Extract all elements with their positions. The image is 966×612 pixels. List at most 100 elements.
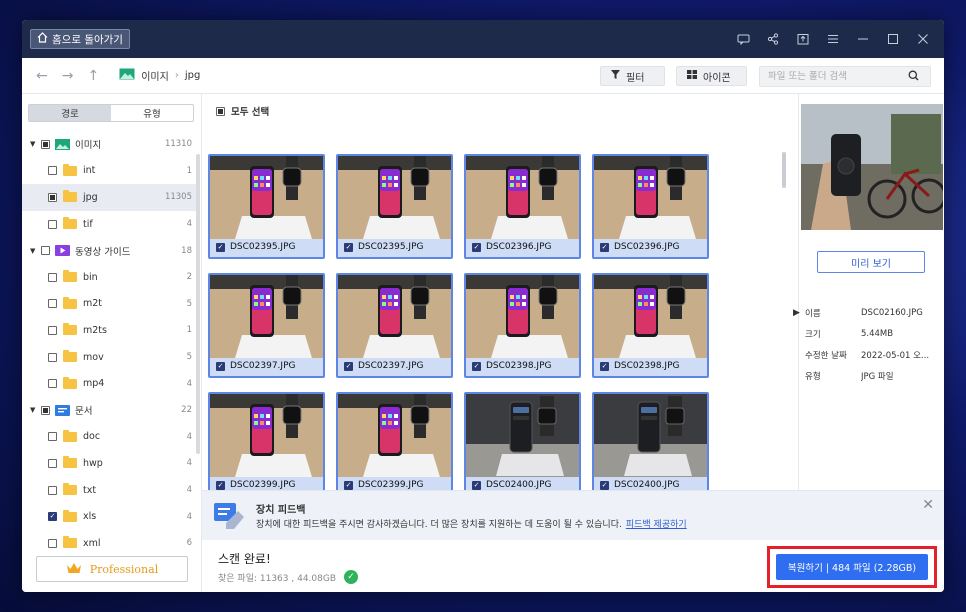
file-checkbox[interactable] <box>216 361 225 371</box>
tree-checkbox[interactable] <box>41 139 50 149</box>
file-caption: DSC02398.JPG <box>600 361 679 371</box>
upload-icon[interactable] <box>796 32 810 46</box>
tab-type[interactable]: 유형 <box>111 105 193 121</box>
tree-item-int[interactable]: int 1 <box>22 158 198 185</box>
tree-item-xml[interactable]: xml 6 <box>22 530 198 557</box>
share-icon[interactable] <box>766 32 780 46</box>
preview-button[interactable]: 미리 보기 <box>817 251 925 273</box>
select-all-checkbox[interactable] <box>216 106 225 116</box>
file-name: DSC02395.JPG <box>358 242 424 252</box>
feedback-close-icon[interactable]: ✕ <box>922 497 934 513</box>
menu-icon[interactable] <box>826 32 840 46</box>
sidebar-scrollbar[interactable] <box>196 154 200 454</box>
tree-checkbox[interactable] <box>48 299 57 309</box>
file-card[interactable]: DSC02399.JPG <box>208 392 325 497</box>
home-button[interactable]: 홈으로 돌아가기 <box>30 29 130 49</box>
tree-item-m2ts[interactable]: m2ts 1 <box>22 317 198 344</box>
professional-button[interactable]: Professional <box>36 556 188 582</box>
file-caption: DSC02396.JPG <box>472 242 551 252</box>
file-card[interactable]: DSC02396.JPG <box>592 154 709 259</box>
tree-checkbox[interactable] <box>48 432 57 442</box>
tree-checkbox[interactable] <box>48 192 57 202</box>
tree-checkbox[interactable] <box>41 246 50 256</box>
file-card[interactable]: DSC02395.JPG <box>336 154 453 259</box>
grid-scrollbar[interactable] <box>782 152 786 188</box>
tree-item-xls[interactable]: xls 4 <box>22 503 198 530</box>
tree-item-이미지[interactable]: ▼ 이미지 11310 <box>22 131 198 158</box>
tree-item-mov[interactable]: mov 5 <box>22 344 198 371</box>
filter-button[interactable]: 필터 <box>600 66 665 86</box>
tree-checkbox[interactable] <box>48 272 57 282</box>
tree-checkbox[interactable] <box>41 405 50 415</box>
tree-checkbox[interactable] <box>48 538 57 548</box>
feedback-link[interactable]: 피드백 제공하기 <box>626 520 687 530</box>
tree-item-hwp[interactable]: hwp 4 <box>22 450 198 477</box>
tree-item-label: int <box>83 165 96 177</box>
collapse-arrow-icon[interactable]: ▶ <box>793 308 800 318</box>
tree-item-동영상 가이드[interactable]: ▼ 동영상 가이드 18 <box>22 237 198 264</box>
tree-item-txt[interactable]: txt 4 <box>22 477 198 504</box>
close-icon[interactable] <box>916 32 930 46</box>
file-card[interactable]: DSC02396.JPG <box>464 154 581 259</box>
select-all[interactable]: 모두 선택 <box>216 104 269 118</box>
search-icon[interactable] <box>908 70 919 84</box>
tree-checkbox[interactable] <box>48 485 57 495</box>
tree-checkbox[interactable] <box>48 219 57 229</box>
icon-view-button[interactable]: 아이콘 <box>676 66 747 86</box>
breadcrumb-item[interactable]: jpg <box>185 70 200 81</box>
expand-arrow-icon[interactable]: ▼ <box>30 140 38 148</box>
tree-item-m2t[interactable]: m2t 5 <box>22 291 198 318</box>
file-card[interactable]: DSC02395.JPG <box>208 154 325 259</box>
file-card[interactable]: DSC02400.JPG <box>592 392 709 497</box>
file-card[interactable]: DSC02400.JPG <box>464 392 581 497</box>
file-card[interactable]: DSC02397.JPG <box>336 273 453 378</box>
file-checkbox[interactable] <box>472 480 481 490</box>
search-input[interactable] <box>768 71 908 82</box>
tree-item-bin[interactable]: bin 2 <box>22 264 198 291</box>
forward-arrow-icon[interactable]: → <box>62 68 74 84</box>
file-checkbox[interactable] <box>472 361 481 371</box>
tree-item-label: m2ts <box>83 324 107 336</box>
file-checkbox[interactable] <box>472 242 481 252</box>
file-checkbox[interactable] <box>600 480 609 490</box>
chat-icon[interactable] <box>736 32 750 46</box>
tab-path[interactable]: 경로 <box>29 105 111 121</box>
file-checkbox[interactable] <box>216 242 225 252</box>
folder-icon <box>63 190 77 203</box>
expand-arrow-icon[interactable]: ▼ <box>30 247 38 255</box>
tree-item-doc[interactable]: doc 4 <box>22 424 198 451</box>
tree-item-tif[interactable]: tif 4 <box>22 211 198 238</box>
file-checkbox[interactable] <box>344 480 353 490</box>
file-name: DSC02400.JPG <box>486 480 552 490</box>
tree-item-mp4[interactable]: mp4 4 <box>22 370 198 397</box>
file-card[interactable]: DSC02397.JPG <box>208 273 325 378</box>
recover-button[interactable]: 복원하기 | 484 파일 (2.28GB) <box>776 554 928 580</box>
up-arrow-icon[interactable]: ↑ <box>87 68 99 84</box>
maximize-icon[interactable] <box>886 32 900 46</box>
tree-checkbox[interactable] <box>48 512 57 522</box>
file-checkbox[interactable] <box>600 242 609 252</box>
tree-checkbox[interactable] <box>48 166 57 176</box>
breadcrumb-item[interactable]: 이미지 <box>141 68 169 83</box>
file-card[interactable]: DSC02398.JPG <box>592 273 709 378</box>
file-checkbox[interactable] <box>344 242 353 252</box>
folder-icon <box>63 350 77 363</box>
file-card[interactable]: DSC02398.JPG <box>464 273 581 378</box>
tree-checkbox[interactable] <box>48 325 57 335</box>
tree-item-label: 문서 <box>75 406 93 418</box>
tree-checkbox[interactable] <box>48 379 57 389</box>
tree-item-jpg[interactable]: jpg 11305 <box>22 184 198 211</box>
file-card[interactable]: DSC02399.JPG <box>336 392 453 497</box>
search-box[interactable] <box>759 66 931 87</box>
file-checkbox[interactable] <box>600 361 609 371</box>
file-checkbox[interactable] <box>344 361 353 371</box>
expand-arrow-icon[interactable]: ▼ <box>30 406 38 414</box>
filter-icon <box>611 70 620 82</box>
back-arrow-icon[interactable]: ← <box>36 68 48 84</box>
tree-item-문서[interactable]: ▼ 문서 22 <box>22 397 198 424</box>
tree-checkbox[interactable] <box>48 458 57 468</box>
file-checkbox[interactable] <box>216 480 225 490</box>
title-bar: 홈으로 돌아가기 <box>22 20 944 58</box>
minimize-icon[interactable] <box>856 32 870 46</box>
tree-checkbox[interactable] <box>48 352 57 362</box>
